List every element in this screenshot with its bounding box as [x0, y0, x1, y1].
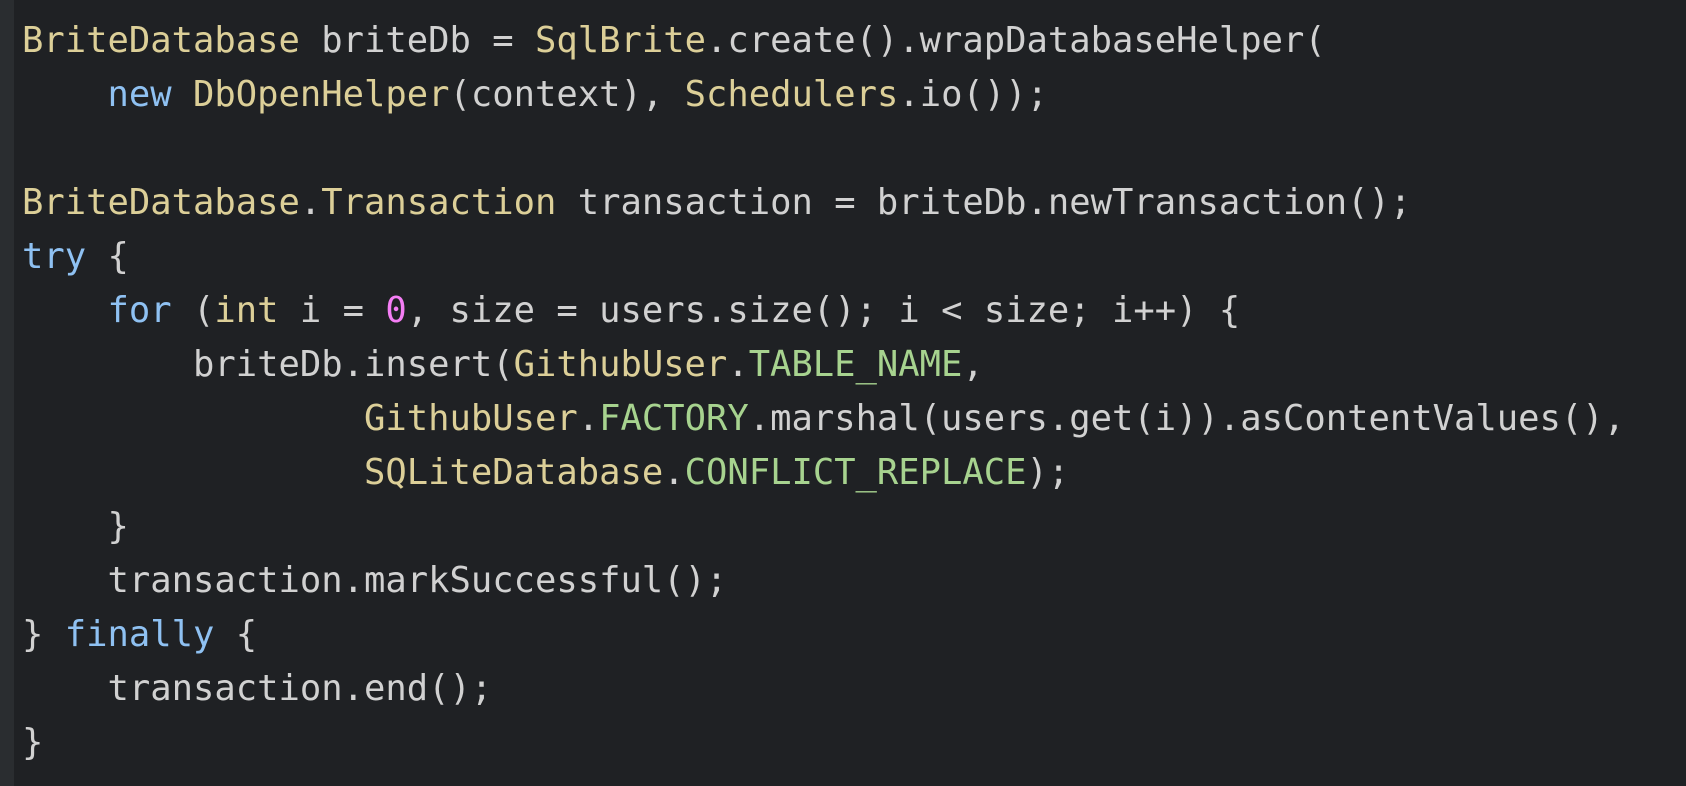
code-line: for (int i = 0, size = users.size(); i <…	[22, 284, 1625, 338]
code-line: }	[22, 716, 1625, 770]
code-line: briteDb.insert(GithubUser.TABLE_NAME,	[22, 338, 1625, 392]
constant-token: CONFLICT_REPLACE	[684, 452, 1027, 493]
code-text: transaction = briteDb.newTransaction();	[556, 182, 1412, 223]
code-text: }	[22, 506, 129, 547]
keyword-token: for	[107, 290, 172, 331]
code-text: );	[1026, 452, 1070, 493]
code-line: transaction.markSuccessful();	[22, 554, 1625, 608]
code-text: .marshal(users.get(i)).asContentValues()…	[748, 398, 1625, 439]
code-text: .	[727, 344, 749, 385]
code-block[interactable]: BriteDatabase briteDb = SqlBrite.create(…	[22, 14, 1625, 770]
code-text: {	[86, 236, 129, 277]
type-token: SqlBrite	[534, 20, 706, 61]
type-token: GithubUser	[513, 344, 728, 385]
code-text: .	[299, 182, 322, 223]
code-text: .	[663, 452, 685, 493]
code-line: transaction.end();	[22, 662, 1625, 716]
keyword-token: new	[107, 74, 172, 115]
type-token: int	[214, 290, 279, 331]
type-token: BriteDatabase	[22, 182, 300, 223]
code-line: BriteDatabase.Transaction transaction = …	[22, 176, 1625, 230]
code-text: }	[22, 614, 65, 655]
keyword-token: try	[22, 236, 87, 277]
keyword-token: finally	[64, 614, 215, 655]
code-text: (	[171, 290, 215, 331]
code-line: new DbOpenHelper(context), Schedulers.io…	[22, 68, 1625, 122]
code-line: try {	[22, 230, 1625, 284]
code-text: briteDb.insert(	[22, 344, 514, 385]
code-text: .create().wrapDatabaseHelper(	[705, 20, 1326, 61]
code-text: i =	[278, 290, 386, 331]
code-editor[interactable]: BriteDatabase briteDb = SqlBrite.create(…	[0, 0, 1686, 786]
type-token: BriteDatabase	[22, 20, 300, 61]
code-line: SQLiteDatabase.CONFLICT_REPLACE);	[22, 446, 1625, 500]
code-text: transaction.end();	[22, 668, 493, 709]
code-text: {	[214, 614, 258, 655]
code-text: .	[577, 398, 600, 439]
code-text: .io());	[898, 74, 1048, 115]
constant-token: FACTORY	[599, 398, 749, 439]
type-token: DbOpenHelper	[193, 74, 450, 115]
code-line: }	[22, 500, 1625, 554]
code-text: transaction.markSuccessful();	[22, 560, 728, 601]
code-line: } finally {	[22, 608, 1625, 662]
constant-token: TABLE_NAME	[748, 344, 963, 385]
type-token: Schedulers	[684, 74, 899, 115]
code-line: GithubUser.FACTORY.marshal(users.get(i))…	[22, 392, 1625, 446]
code-text: ,	[962, 344, 984, 385]
type-token: SQLiteDatabase	[363, 452, 664, 493]
type-token: GithubUser	[363, 398, 578, 439]
code-text: briteDb =	[299, 20, 535, 61]
editor-gutter	[0, 0, 14, 786]
code-line: BriteDatabase briteDb = SqlBrite.create(…	[22, 14, 1625, 68]
number-token: 0	[385, 290, 407, 331]
code-text: }	[22, 722, 44, 763]
type-token: Transaction	[321, 182, 557, 223]
code-text: , size = users.size(); i < size; i++) {	[406, 290, 1241, 331]
code-text: (context),	[449, 74, 685, 115]
